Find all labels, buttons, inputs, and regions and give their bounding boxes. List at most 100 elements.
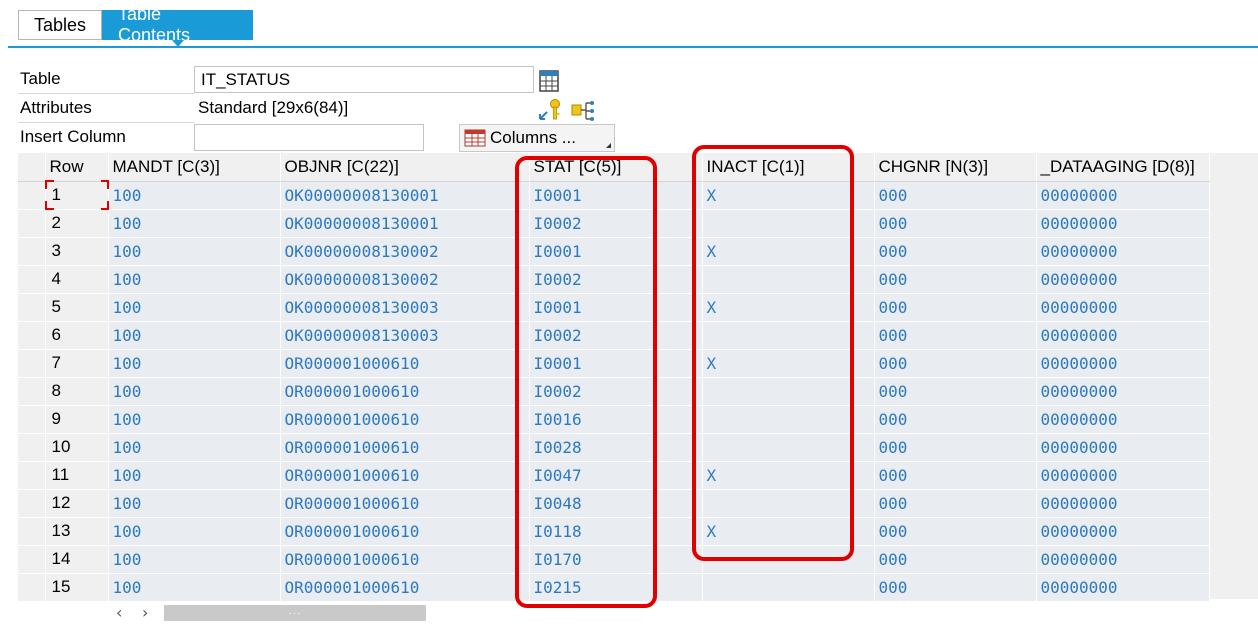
stat-cell[interactable]: I0001 (529, 349, 703, 378)
chgnr-cell[interactable]: 000 (874, 433, 1037, 462)
mandt-cell[interactable]: 100 (108, 405, 281, 434)
chgnr-cell[interactable]: 000 (874, 517, 1037, 546)
table-row[interactable]: 3 100 OK00000008130002 I0001 X 000 00000000 (18, 237, 1210, 266)
dataaging-cell[interactable]: 00000000 (1036, 461, 1210, 490)
mandt-cell[interactable]: 100 (108, 181, 281, 210)
objnr-cell[interactable]: OR000001000610 (280, 405, 530, 434)
stat-cell[interactable]: I0170 (529, 545, 703, 574)
objnr-cell[interactable]: OR000001000610 (280, 489, 530, 518)
dataaging-cell[interactable]: 00000000 (1036, 405, 1210, 434)
mandt-cell[interactable]: 100 (108, 349, 281, 378)
objnr-cell[interactable]: OR000001000610 (280, 461, 530, 490)
inact-cell[interactable]: X (702, 237, 875, 266)
chgnr-cell[interactable]: 000 (874, 349, 1037, 378)
row-number[interactable]: 14 (45, 545, 109, 574)
columns-button[interactable]: Columns ... (459, 124, 615, 152)
stat-cell[interactable]: I0016 (529, 405, 703, 434)
dataaging-cell[interactable]: 00000000 (1036, 433, 1210, 462)
table-row[interactable]: 2 100 OK00000008130001 I0002 000 00000000 (18, 209, 1210, 238)
dataaging-cell[interactable]: 00000000 (1036, 517, 1210, 546)
table-row[interactable]: 12 100 OR000001000610 I0048 000 00000000 (18, 489, 1210, 518)
dataaging-cell[interactable]: 00000000 (1036, 545, 1210, 574)
column-header-row[interactable]: Row (45, 153, 109, 182)
objnr-cell[interactable]: OK00000008130002 (280, 265, 530, 294)
row-selector[interactable] (18, 293, 46, 322)
column-header-chgnr[interactable]: CHGNR [N(3)] (874, 153, 1037, 182)
row-selector[interactable] (18, 349, 46, 378)
stat-cell[interactable]: I0215 (529, 573, 703, 602)
chgnr-cell[interactable]: 000 (874, 489, 1037, 518)
stat-cell[interactable]: I0002 (529, 209, 703, 238)
row-selector[interactable] (18, 181, 46, 210)
inact-cell[interactable]: X (702, 461, 875, 490)
objnr-cell[interactable]: OK00000008130001 (280, 209, 530, 238)
stat-cell[interactable]: I0001 (529, 293, 703, 322)
chgnr-cell[interactable]: 000 (874, 265, 1037, 294)
mandt-cell[interactable]: 100 (108, 237, 281, 266)
dataaging-cell[interactable]: 00000000 (1036, 573, 1210, 602)
mandt-cell[interactable]: 100 (108, 545, 281, 574)
inact-cell[interactable] (702, 573, 875, 602)
chgnr-cell[interactable]: 000 (874, 181, 1037, 210)
mandt-cell[interactable]: 100 (108, 573, 281, 602)
dataaging-cell[interactable]: 00000000 (1036, 237, 1210, 266)
mandt-cell[interactable]: 100 (108, 293, 281, 322)
row-number[interactable]: 6 (45, 321, 109, 350)
mandt-cell[interactable]: 100 (108, 433, 281, 462)
dataaging-cell[interactable]: 00000000 (1036, 349, 1210, 378)
table-row[interactable]: 7 100 OR000001000610 I0001 X 000 00000000 (18, 349, 1210, 378)
table-row[interactable]: 15 100 OR000001000610 I0215 000 00000000 (18, 573, 1210, 602)
row-number[interactable]: 13 (45, 517, 109, 546)
stat-cell[interactable]: I0001 (529, 181, 703, 210)
chgnr-cell[interactable]: 000 (874, 209, 1037, 238)
stat-cell[interactable]: I0028 (529, 433, 703, 462)
mandt-cell[interactable]: 100 (108, 321, 281, 350)
row-number[interactable]: 4 (45, 265, 109, 294)
table-row[interactable]: 1 100 OK00000008130001 I0001 X 000 00000000 (18, 181, 1210, 210)
inact-cell[interactable] (702, 433, 875, 462)
row-number[interactable]: 15 (45, 573, 109, 602)
row-selector[interactable] (18, 461, 46, 490)
table-row[interactable]: 5 100 OK00000008130003 I0001 X 000 00000000 (18, 293, 1210, 322)
row-number[interactable]: 12 (45, 489, 109, 518)
mandt-cell[interactable]: 100 (108, 517, 281, 546)
objnr-cell[interactable]: OR000001000610 (280, 517, 530, 546)
table-row[interactable]: 9 100 OR000001000610 I0016 000 00000000 (18, 405, 1210, 434)
mandt-cell[interactable]: 100 (108, 489, 281, 518)
column-header-inact[interactable]: INACT [C(1)] (702, 153, 875, 182)
inact-cell[interactable] (702, 265, 875, 294)
tab-table-contents[interactable]: Table Contents (102, 4, 253, 47)
stat-cell[interactable]: I0118 (529, 517, 703, 546)
objnr-cell[interactable]: OR000001000610 (280, 545, 530, 574)
tab-tables[interactable]: Tables (18, 10, 102, 40)
dataaging-cell[interactable]: 00000000 (1036, 293, 1210, 322)
chgnr-cell[interactable]: 000 (874, 237, 1037, 266)
table-row[interactable]: 10 100 OR000001000610 I0028 000 00000000 (18, 433, 1210, 462)
inact-cell[interactable] (702, 545, 875, 574)
objnr-cell[interactable]: OR000001000610 (280, 377, 530, 406)
chgnr-cell[interactable]: 000 (874, 461, 1037, 490)
dataaging-cell[interactable]: 00000000 (1036, 265, 1210, 294)
row-number[interactable]: 10 (45, 433, 109, 462)
table-row[interactable]: 11 100 OR000001000610 I0047 X 000 00000000 (18, 461, 1210, 490)
stat-cell[interactable]: I0002 (529, 321, 703, 350)
chgnr-cell[interactable]: 000 (874, 321, 1037, 350)
table-name-field[interactable] (194, 66, 534, 93)
inact-cell[interactable] (702, 405, 875, 434)
row-number[interactable]: 9 (45, 405, 109, 434)
chgnr-cell[interactable]: 000 (874, 573, 1037, 602)
objnr-cell[interactable]: OR000001000610 (280, 573, 530, 602)
row-selector[interactable] (18, 489, 46, 518)
column-header-objnr[interactable]: OBJNR [C(22)] (280, 153, 530, 182)
table-row[interactable]: 13 100 OR000001000610 I0118 X 000 00000000 (18, 517, 1210, 546)
row-number[interactable]: 1 (45, 181, 109, 210)
column-header-stat[interactable]: STAT [C(5)] (529, 153, 703, 182)
objnr-cell[interactable]: OR000001000610 (280, 433, 530, 462)
row-number[interactable]: 11 (45, 461, 109, 490)
scroll-thumb[interactable]: ··· (164, 605, 426, 621)
inact-cell[interactable] (702, 377, 875, 406)
row-selector[interactable] (18, 405, 46, 434)
table-row[interactable]: 14 100 OR000001000610 I0170 000 00000000 (18, 545, 1210, 574)
row-selector[interactable] (18, 545, 46, 574)
row-number[interactable]: 3 (45, 237, 109, 266)
